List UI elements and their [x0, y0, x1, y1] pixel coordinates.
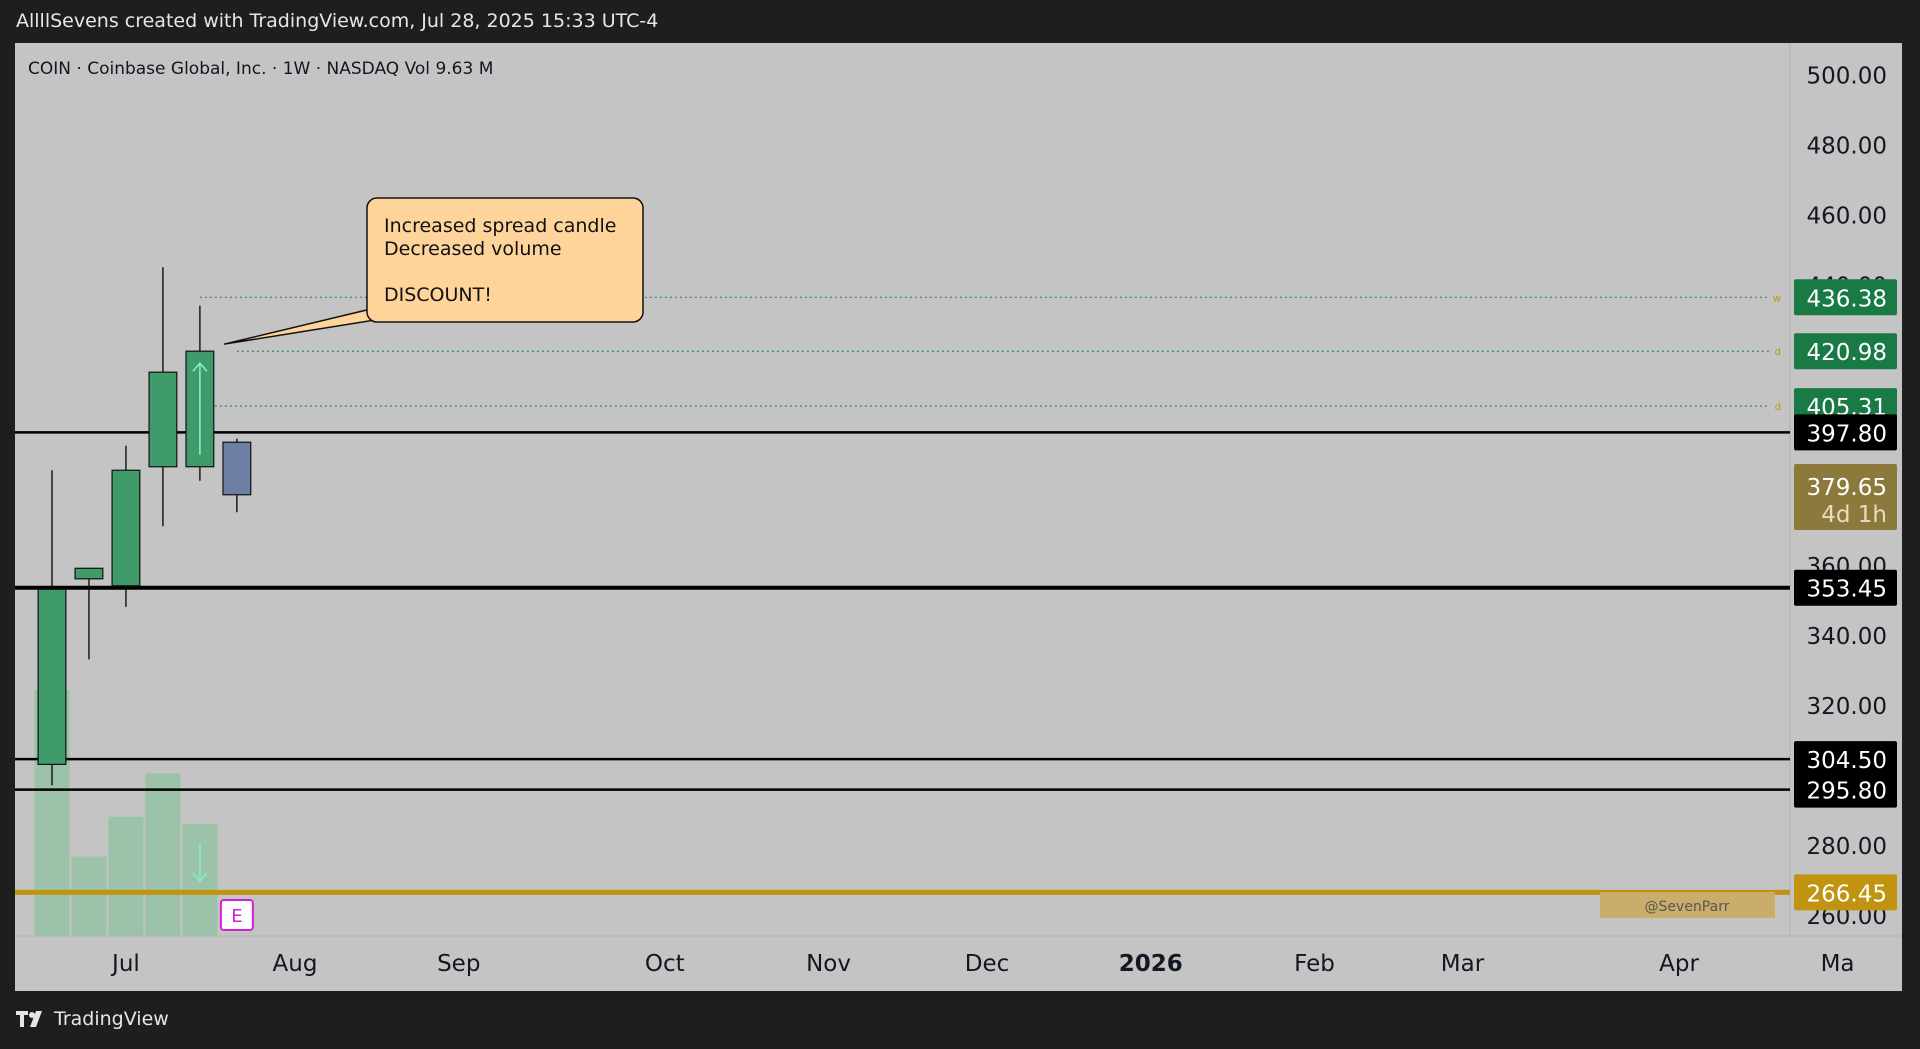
price-tick-7: 280.00: [1807, 834, 1887, 860]
level-tag-2: 304.50: [1807, 748, 1887, 774]
footer-brand: TradingView: [54, 1008, 169, 1030]
volume-bar-2: [108, 816, 144, 936]
watermark-text: @SevenParr: [1645, 899, 1730, 915]
dotted-level-tag-0: 436.38: [1807, 286, 1887, 312]
time-tick-10: Ma: [1821, 951, 1855, 977]
price-tick-2: 460.00: [1807, 204, 1887, 230]
time-tick-2: Sep: [437, 951, 480, 977]
dotted-level-marker-0: w: [1773, 293, 1781, 304]
time-tick-7: Feb: [1294, 951, 1335, 977]
legend-interval: 1W: [283, 59, 311, 79]
volume-bar-3: [145, 773, 181, 936]
footer: TradingView: [16, 1008, 169, 1030]
chart-canvas[interactable]: w d d Increased spread candle Decreased vo…: [15, 43, 1902, 991]
level-tag-3: 295.80: [1807, 779, 1887, 805]
time-tick-0: Jul: [110, 951, 140, 977]
volume-bar-1: [71, 856, 107, 936]
callout-line-4: DISCOUNT!: [384, 284, 492, 306]
price-tick-1: 480.00: [1807, 134, 1887, 160]
callout-seam: [369, 307, 449, 311]
time-tick-8: Mar: [1441, 951, 1485, 977]
level-tag-0: 397.80: [1807, 421, 1887, 447]
time-tick-6: 2026: [1119, 951, 1183, 977]
countdown-tag: 4d 1h: [1821, 502, 1887, 528]
level-tag-1: 353.45: [1807, 577, 1887, 603]
candle-body-1: [74, 567, 104, 580]
legend-volume-value: 9.63 M: [435, 59, 493, 79]
legend-symbol: COIN: [28, 59, 71, 79]
legend-sep-1: ·: [76, 59, 87, 79]
earnings-marker[interactable]: E: [219, 899, 254, 931]
price-tick-5: 340.00: [1807, 624, 1887, 650]
legend-name: Coinbase Global, Inc.: [87, 59, 266, 79]
earnings-label: E: [231, 906, 242, 927]
price-tick-6: 320.00: [1807, 694, 1887, 720]
time-tick-9: Apr: [1659, 951, 1699, 977]
candle-body-2: [111, 469, 141, 587]
legend-sep-2: ·: [272, 59, 283, 79]
legend-volume-label: Vol: [405, 59, 430, 79]
legend-exchange: NASDAQ: [327, 59, 400, 79]
tradingview-logo-icon: [16, 1011, 46, 1027]
time-tick-5: Dec: [965, 951, 1010, 977]
level-tag-4: 266.45: [1807, 881, 1887, 907]
current-price-tag: 379.65: [1807, 475, 1887, 501]
time-tick-4: Nov: [806, 951, 851, 977]
candle-body-0: [37, 588, 67, 766]
dotted-level-tag-1: 420.98: [1807, 340, 1887, 366]
dotted-level-marker-2: d: [1775, 402, 1781, 413]
candle-body-5: [222, 441, 252, 496]
callout-line-2: Decreased volume: [384, 238, 562, 260]
time-tick-1: Aug: [273, 951, 318, 977]
symbol-legend: COIN · Coinbase Global, Inc. · 1W · NASD…: [28, 59, 493, 79]
time-tick-3: Oct: [645, 951, 685, 977]
candle-body-3: [148, 371, 178, 468]
chart-background: [15, 43, 1902, 991]
price-tick-0: 500.00: [1807, 64, 1887, 90]
callout-line-1: Increased spread candle: [384, 215, 616, 237]
legend-sep-3: ·: [316, 59, 327, 79]
dotted-level-marker-1: d: [1775, 347, 1781, 358]
attribution-text: AllllSevens created with TradingView.com…: [16, 10, 659, 32]
